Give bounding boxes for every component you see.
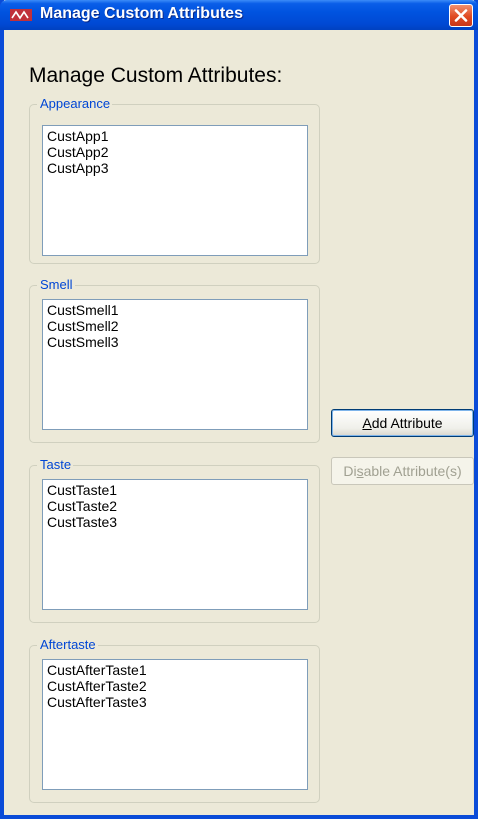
- smell-group: Smell CustSmell1 CustSmell2 CustSmell3: [29, 277, 320, 443]
- taste-group: Taste CustTaste1 CustTaste2 CustTaste3: [29, 457, 320, 623]
- page-heading: Manage Custom Attributes:: [29, 64, 283, 87]
- list-item[interactable]: CustTaste1: [47, 482, 303, 498]
- list-item[interactable]: CustAfterTaste1: [47, 662, 303, 678]
- disable-attributes-label-prefix: Di: [343, 463, 357, 479]
- list-item[interactable]: CustApp1: [47, 128, 303, 144]
- disable-attributes-label-rest: able Attribute(s): [363, 463, 462, 479]
- smell-listbox[interactable]: CustSmell1 CustSmell2 CustSmell3: [42, 299, 308, 430]
- window-title: Manage Custom Attributes: [40, 5, 243, 22]
- add-attribute-button[interactable]: Add Attribute: [331, 409, 474, 437]
- smell-group-label: Smell: [37, 277, 75, 293]
- list-item[interactable]: CustTaste2: [47, 498, 303, 514]
- appearance-group: Appearance CustApp1 CustApp2 CustApp3: [29, 96, 320, 264]
- list-item[interactable]: CustSmell1: [47, 302, 303, 318]
- disable-attributes-mnemonic: s: [356, 463, 364, 479]
- title-bar[interactable]: Manage Custom Attributes: [0, 0, 478, 30]
- close-button[interactable]: [449, 4, 473, 27]
- list-item[interactable]: CustApp2: [47, 144, 303, 160]
- list-item[interactable]: CustSmell3: [47, 334, 303, 350]
- list-item[interactable]: CustAfterTaste2: [47, 678, 303, 694]
- aftertaste-group-label: Aftertaste: [37, 637, 98, 653]
- list-item[interactable]: CustAfterTaste3: [47, 694, 303, 710]
- appearance-listbox[interactable]: CustApp1 CustApp2 CustApp3: [42, 125, 308, 256]
- taste-listbox[interactable]: CustTaste1 CustTaste2 CustTaste3: [42, 479, 308, 610]
- list-item[interactable]: CustTaste3: [47, 514, 303, 530]
- manage-custom-attributes-window: Manage Custom Attributes Manage Custom A…: [0, 0, 478, 819]
- disable-attributes-button[interactable]: Disable Attribute(s): [331, 457, 474, 485]
- add-attribute-mnemonic: A: [362, 415, 372, 431]
- list-item[interactable]: CustApp3: [47, 160, 303, 176]
- close-icon: [454, 9, 468, 22]
- add-attribute-label: dd Attribute: [371, 415, 443, 431]
- aftertaste-group: Aftertaste CustAfterTaste1 CustAfterTast…: [29, 637, 320, 803]
- list-item[interactable]: CustSmell2: [47, 318, 303, 334]
- app-logo-icon: [10, 9, 32, 21]
- appearance-group-label: Appearance: [37, 96, 113, 112]
- aftertaste-listbox[interactable]: CustAfterTaste1 CustAfterTaste2 CustAfte…: [42, 659, 308, 790]
- taste-group-label: Taste: [37, 457, 74, 473]
